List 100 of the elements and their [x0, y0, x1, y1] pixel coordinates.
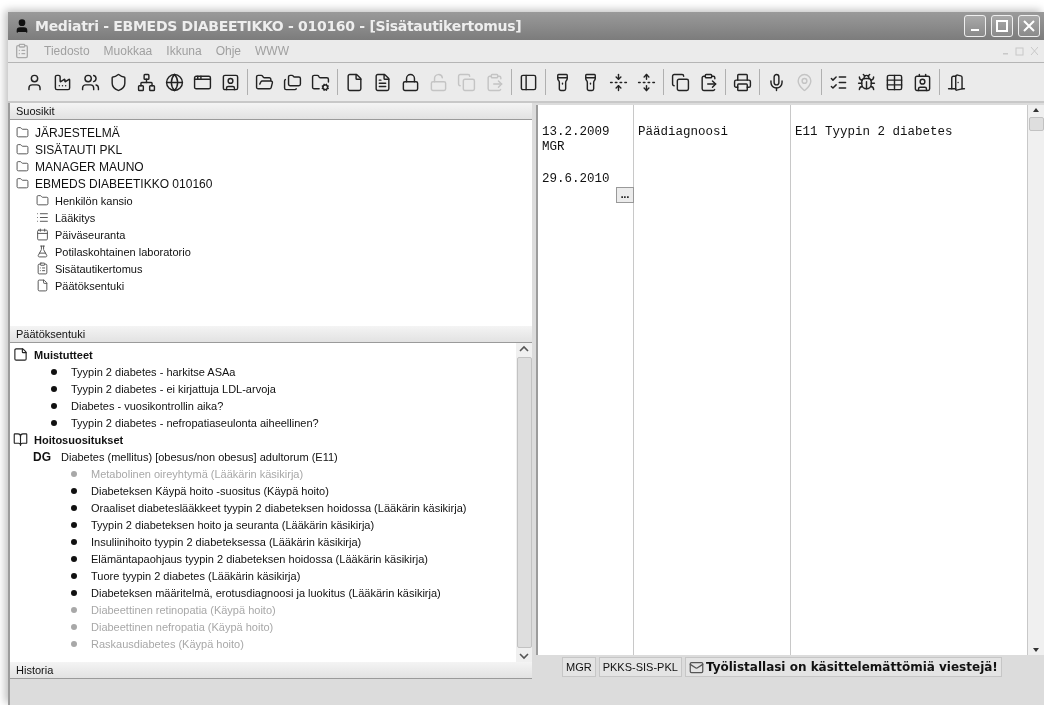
- bullet-icon: [71, 487, 77, 494]
- printer-icon: [733, 72, 752, 92]
- section-heading: Hoitosuositukset: [34, 433, 124, 446]
- collapse-icon: [609, 72, 628, 92]
- flask-icon: [36, 245, 49, 258]
- favorite-item[interactable]: JÄRJESTELMÄ: [35, 125, 120, 140]
- recommendation-link[interactable]: Diabeteksen Käypä hoito -suositus (Käypä hoito): [91, 484, 329, 497]
- bullet-icon: [71, 521, 77, 528]
- folder-icon: [255, 72, 274, 92]
- recommendation-link[interactable]: Insuliinihoito tyypin 2 diabeteksessa (Lääkärin käsikirja): [91, 535, 362, 548]
- status-user: MGR: [562, 657, 596, 677]
- pane-header: Historia: [10, 662, 532, 679]
- bullet-icon: [71, 538, 77, 545]
- favorite-item[interactable]: Potilaskohtainen laboratorio: [55, 245, 191, 258]
- folder-icon: [36, 194, 49, 207]
- recommendation-link[interactable]: Tyypin 2 diabeteksen hoito ja seuranta (Lääkärin käsikirja): [91, 518, 375, 531]
- microphone-icon: [767, 72, 786, 92]
- diagnosis-code: DG: [33, 449, 52, 464]
- maximize-icon: [996, 20, 1008, 32]
- date-cell: 13.2.2009: [542, 125, 610, 140]
- favorite-item[interactable]: MANAGER MAUNO: [35, 159, 144, 174]
- scrollbar-thumb[interactable]: [1028, 117, 1044, 131]
- bullet-icon: [71, 504, 77, 511]
- bullet-icon: [51, 402, 57, 409]
- entry-text-cell: E11 Tyypin 2 diabetes: [795, 125, 953, 140]
- recommendation-link[interactable]: Diabeteksen määritelmä, erotusdiagnoosi ja luokitus (Lääkärin käsikirja): [91, 586, 441, 599]
- bullet-icon: [51, 385, 57, 392]
- bullet-icon: [71, 640, 77, 647]
- table-icon: [885, 72, 904, 92]
- bullet-icon: [71, 623, 77, 630]
- favorite-item[interactable]: Lääkitys: [55, 211, 96, 224]
- favorite-item[interactable]: Päiväseuranta: [55, 228, 126, 241]
- date-cell: 29.6.2010: [542, 172, 610, 187]
- expand-icon: [637, 72, 656, 92]
- window-icon: [193, 72, 212, 92]
- author-cell: MGR: [542, 140, 565, 155]
- contact-card-icon: [913, 72, 932, 92]
- folder-icon: [16, 177, 29, 190]
- folder-gear-icon: [311, 72, 330, 92]
- scroll-down-icon[interactable]: [518, 650, 530, 662]
- factory-icon: [53, 72, 72, 92]
- globe-icon: [165, 72, 184, 92]
- folder-icon: [16, 160, 29, 173]
- portrait-icon: [221, 72, 240, 92]
- section-heading: Muistutteet: [34, 348, 93, 361]
- pane-header: Päätöksentuki: [10, 326, 532, 343]
- mail-icon: [688, 659, 704, 675]
- folder-icon: [16, 126, 29, 139]
- favorite-item[interactable]: Päätöksentuki: [55, 279, 125, 292]
- recommendation-link[interactable]: Oraaliset diabeteslääkkeet tyypin 2 diabeteksen hoidossa (Lääkärin käsikirja): [91, 501, 467, 514]
- recommendation-link[interactable]: Tuore tyypin 2 diabetes (Lääkärin käsikirja): [91, 569, 301, 582]
- bullet-icon: [51, 368, 57, 375]
- diagnosis-label[interactable]: Diabetes (mellitus) [obesus/non obesus] adultorum (E11): [61, 450, 338, 463]
- minimize-button[interactable]: [964, 15, 986, 37]
- window-controls-icon: [1002, 46, 1038, 56]
- bullet-icon: [71, 606, 77, 613]
- folder-icon: [16, 143, 29, 156]
- list-icon: [36, 211, 49, 224]
- bullet-icon: [71, 589, 77, 596]
- app-icon: [14, 18, 30, 34]
- status-message: Työlistallasi on käsittelemättömiä viestejä!: [684, 657, 1002, 677]
- bullet-icon: [71, 572, 77, 579]
- recommendation-link[interactable]: Diabetes - vuosikontrollin aika?: [71, 399, 224, 412]
- close-button[interactable]: [1018, 15, 1040, 37]
- recommendation-link[interactable]: Tyypin 2 diabetes - nefropatiaseulonta aiheellinen?: [71, 416, 319, 429]
- bullet-icon: [71, 470, 77, 477]
- pane-header: Suosikit: [10, 103, 532, 120]
- favorite-item[interactable]: EBMEDS DIABEETIKKO 010160: [35, 176, 213, 191]
- favorite-item[interactable]: SISÄTAUTI PKL: [35, 142, 123, 157]
- calendar-icon: [36, 228, 49, 241]
- copy-icon: [671, 72, 690, 92]
- bullet-icon: [71, 555, 77, 562]
- recommendation-link[interactable]: Tyypin 2 diabetes - harkitse ASAa: [71, 365, 236, 378]
- book-icon: [13, 432, 28, 447]
- favorite-item[interactable]: Sisätautikertomus: [55, 262, 143, 275]
- pin-icon: [795, 72, 814, 92]
- copy-icon: [457, 72, 476, 92]
- shield-icon: [109, 72, 128, 92]
- unlock-icon: [429, 72, 448, 92]
- document-icon: [14, 43, 30, 59]
- document-icon: [345, 72, 364, 92]
- lock-icon: [401, 72, 420, 92]
- people-icon: [81, 72, 100, 92]
- maximize-button[interactable]: [991, 15, 1013, 37]
- page-icon: [36, 279, 49, 292]
- document-icon: [373, 72, 392, 92]
- note-icon: [13, 347, 28, 362]
- close-icon: [1023, 20, 1035, 32]
- form-icon: [36, 262, 49, 275]
- status-unit: PKKS-SIS-PKL: [598, 657, 682, 677]
- recommendation-link[interactable]: Tyypin 2 diabetes - ei kirjattuja LDL-arvoja: [71, 382, 276, 395]
- window-title: Mediatri - EBMEDS DIABEETIKKO - 010160 - [Sisätautikertomus]: [35, 18, 523, 34]
- minimize-icon: [971, 29, 979, 31]
- door-icon: [947, 72, 966, 92]
- more-button[interactable]: ...: [616, 187, 634, 203]
- favorite-item[interactable]: Henkilön kansio: [55, 194, 133, 207]
- recommendation-link[interactable]: Elämäntapaohjaus tyypin 2 diabeteksen hoidossa (Lääkärin käsikirja): [91, 552, 428, 565]
- bullet-icon: [51, 419, 57, 426]
- entry-type-cell: Päädiagnoosi: [638, 125, 728, 140]
- scrollbar[interactable]: [1028, 105, 1044, 655]
